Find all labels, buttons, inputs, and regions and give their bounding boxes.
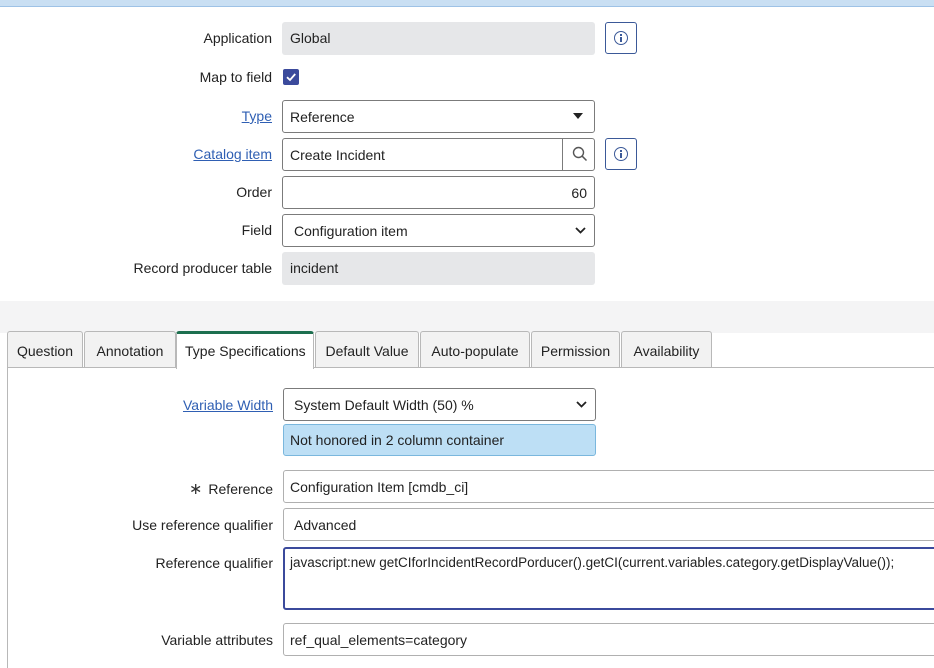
checkmark-icon xyxy=(286,73,296,82)
field-row: Field Configuration item xyxy=(0,214,934,248)
application-label: Application xyxy=(203,30,273,46)
type-row: Type Reference xyxy=(0,100,934,134)
use-reference-qualifier-select[interactable]: Advanced xyxy=(283,508,934,541)
variable-attributes-input[interactable]: ref_qual_elements=category xyxy=(283,623,934,656)
order-row: Order 60 xyxy=(0,176,934,210)
order-input[interactable]: 60 xyxy=(282,176,595,209)
chevron-down-icon xyxy=(576,401,587,408)
variable-width-value: System Default Width (50) % xyxy=(294,397,474,413)
section-separator xyxy=(0,301,934,333)
tab-annotation[interactable]: Annotation xyxy=(84,331,176,368)
reference-qualifier-textarea[interactable]: javascript:new getCIforIncidentRecordPor… xyxy=(283,547,934,610)
record-producer-table-label: Record producer table xyxy=(133,260,272,276)
catalog-item-label-link[interactable]: Catalog item xyxy=(193,146,272,162)
field-select[interactable]: Configuration item xyxy=(282,214,595,247)
caret-down-icon xyxy=(573,113,583,119)
application-field: Global xyxy=(282,22,595,55)
tab-type-specifications[interactable]: Type Specifications xyxy=(176,331,314,369)
tab-question[interactable]: Question xyxy=(7,331,83,368)
form-header-strip xyxy=(0,0,934,7)
width-info-message: Not honored in 2 column container xyxy=(283,424,596,456)
reference-qualifier-label: Reference qualifier xyxy=(155,555,273,571)
type-select[interactable]: Reference xyxy=(282,100,595,133)
variable-width-select[interactable]: System Default Width (50) % xyxy=(283,388,596,421)
tab-auto-populate[interactable]: Auto-populate xyxy=(420,331,530,368)
tab-availability[interactable]: Availability xyxy=(621,331,712,368)
info-icon xyxy=(614,147,628,161)
tab-bar: Question Annotation Type Specifications … xyxy=(0,331,934,369)
application-row: Application Global xyxy=(0,22,934,56)
reference-label-text: Reference xyxy=(208,481,273,497)
type-select-value: Reference xyxy=(290,109,355,125)
tab-default-value[interactable]: Default Value xyxy=(315,331,419,368)
catalog-item-info-button[interactable] xyxy=(605,138,637,170)
type-label-link[interactable]: Type xyxy=(242,108,272,124)
chevron-down-icon xyxy=(575,227,586,234)
map-to-field-row: Map to field xyxy=(0,60,934,94)
tab-permission[interactable]: Permission xyxy=(531,331,620,368)
field-label: Field xyxy=(241,222,272,238)
record-producer-table-field: incident xyxy=(282,252,595,285)
application-info-button[interactable] xyxy=(605,22,637,54)
info-icon xyxy=(614,31,628,45)
reference-label: ∗ Reference xyxy=(189,479,273,499)
order-label: Order xyxy=(236,184,272,200)
catalog-item-input[interactable]: Create Incident xyxy=(282,138,595,171)
variable-attributes-label: Variable attributes xyxy=(161,632,273,648)
map-to-field-label: Map to field xyxy=(199,69,272,85)
map-to-field-checkbox[interactable] xyxy=(283,69,299,85)
variable-width-label-link[interactable]: Variable Width xyxy=(183,397,273,413)
catalog-item-value: Create Incident xyxy=(290,147,385,163)
mandatory-asterisk-icon: ∗ xyxy=(189,481,203,498)
field-select-value: Configuration item xyxy=(294,223,408,239)
reference-input[interactable]: Configuration Item [cmdb_ci] xyxy=(283,470,934,503)
catalog-item-lookup-button[interactable] xyxy=(562,138,595,171)
catalog-item-row: Catalog item Create Incident xyxy=(0,138,934,172)
record-producer-table-row: Record producer table incident xyxy=(0,252,934,286)
search-icon xyxy=(572,146,588,162)
use-reference-qualifier-label: Use reference qualifier xyxy=(132,517,273,533)
